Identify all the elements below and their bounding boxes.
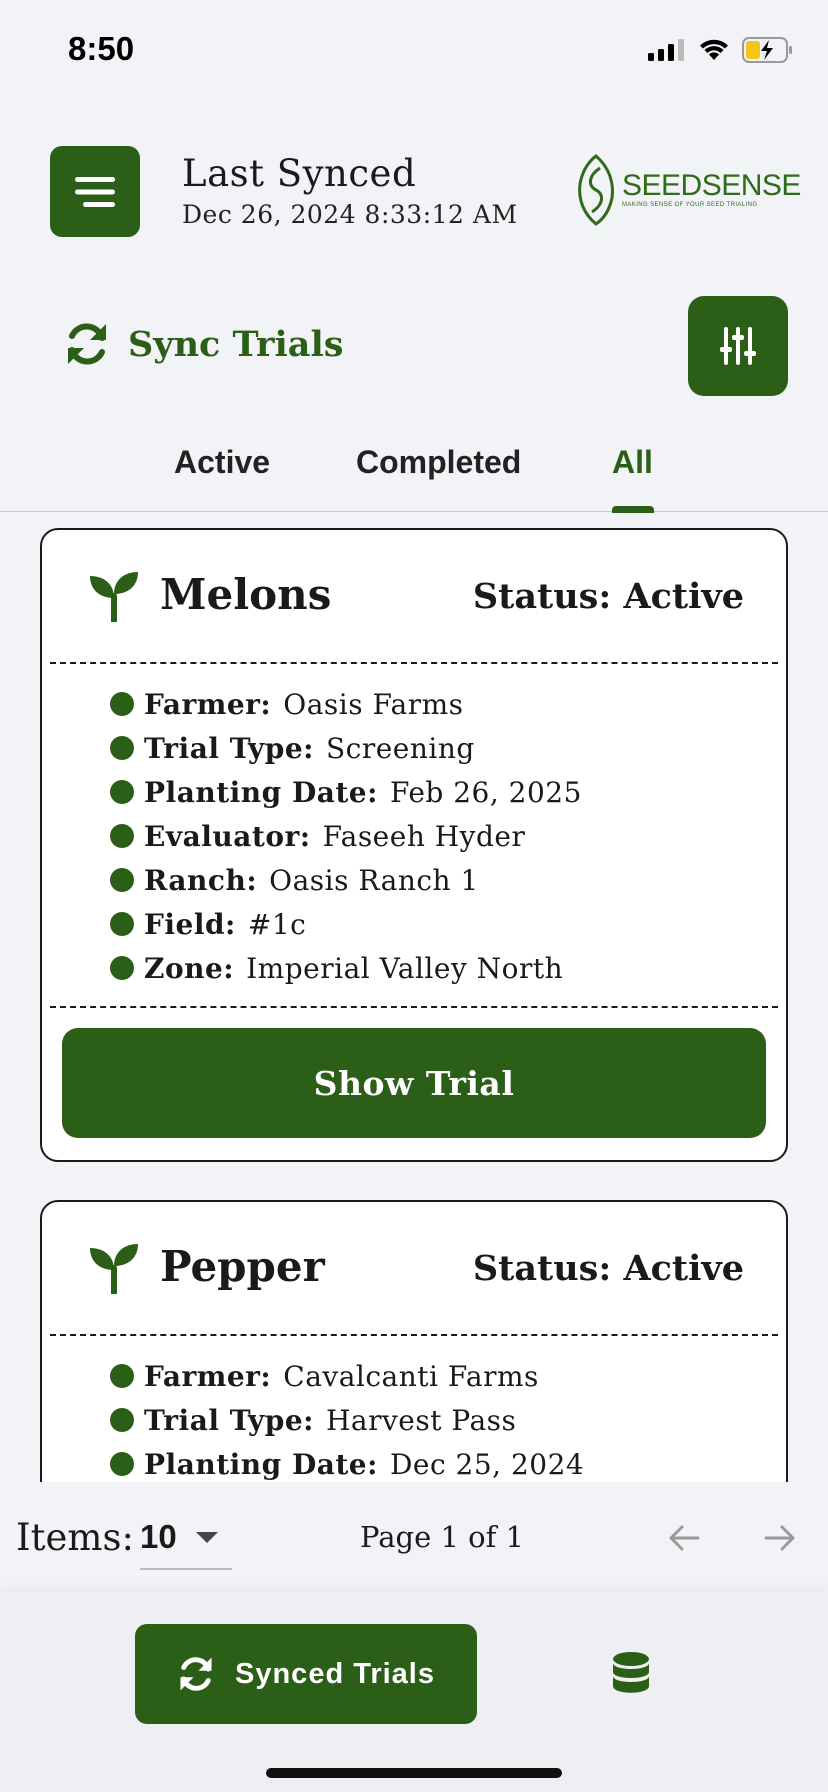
seedsense-leaf-icon bbox=[578, 154, 614, 226]
sync-icon bbox=[68, 323, 106, 365]
crop-name: Pepper bbox=[160, 1242, 325, 1291]
page-indicator: Page 1 of 1 bbox=[360, 1520, 524, 1554]
bullet-dot bbox=[110, 912, 134, 936]
tab-active[interactable]: Active bbox=[174, 444, 270, 481]
next-page-button[interactable] bbox=[760, 1518, 800, 1558]
bullet-dot bbox=[110, 868, 134, 892]
show-trial-button[interactable]: Show Trial bbox=[62, 1028, 766, 1138]
detail-planting-date: Planting Date: Feb 26, 2025 bbox=[110, 770, 778, 814]
detail-farmer: Farmer: Oasis Farms bbox=[110, 682, 778, 726]
filter-sliders-icon bbox=[720, 327, 756, 365]
synced-trials-label: Synced Trials bbox=[235, 1657, 435, 1690]
seedsense-logo: SEEDSENSE MAKING SENSE OF YOUR SEED TRIA… bbox=[576, 154, 801, 226]
bullet-dot bbox=[110, 780, 134, 804]
select-underline bbox=[140, 1568, 232, 1570]
cellular-signal-icon bbox=[648, 39, 684, 61]
detail-planting-date: Planting Date: Dec 25, 2024 bbox=[110, 1442, 778, 1482]
status-time: 8:50 bbox=[68, 30, 135, 67]
detail-trial-type: Trial Type: Harvest Pass bbox=[110, 1398, 778, 1442]
chevron-down-icon[interactable] bbox=[196, 1532, 218, 1543]
trial-details: Farmer: Oasis Farms Trial Type: Screening … bbox=[50, 664, 778, 1008]
crop-name: Melons bbox=[160, 570, 332, 619]
card-header: Pepper Status: Active bbox=[50, 1202, 778, 1336]
tab-completed[interactable]: Completed bbox=[356, 444, 521, 481]
trial-details: Farmer: Cavalcanti Farms Trial Type: Harve… bbox=[50, 1336, 778, 1482]
wifi-icon bbox=[700, 39, 728, 60]
trial-card: Melons Status: Active Farmer: Oasis Farms… bbox=[40, 528, 788, 1162]
items-per-page-select[interactable]: 10 bbox=[140, 1518, 177, 1556]
detail-zone: Zone: Imperial Valley North bbox=[110, 946, 778, 990]
bullet-dot bbox=[110, 692, 134, 716]
trial-status: Status: Active bbox=[472, 1248, 744, 1289]
sync-icon bbox=[180, 1657, 212, 1691]
bullet-dot bbox=[110, 956, 134, 980]
synced-trials-button[interactable]: Synced Trials bbox=[135, 1624, 477, 1724]
previous-page-button[interactable] bbox=[664, 1518, 704, 1558]
home-indicator bbox=[266, 1768, 562, 1778]
detail-evaluator: Evaluator: Faseeh Hyder bbox=[110, 814, 778, 858]
items-label: Items: bbox=[16, 1516, 134, 1559]
trial-tabs: Active Completed All bbox=[0, 440, 828, 513]
menu-button[interactable] bbox=[50, 146, 140, 237]
sync-trials-button[interactable]: Sync Trials bbox=[64, 322, 343, 366]
sprout-icon bbox=[90, 572, 138, 622]
menu-icon bbox=[75, 176, 115, 207]
detail-ranch: Ranch: Oasis Ranch 1 bbox=[110, 858, 778, 902]
pagination-bar: Items: 10 Page 1 of 1 bbox=[0, 1482, 828, 1592]
arrow-right-icon bbox=[764, 1525, 795, 1551]
trial-status: Status: Active bbox=[472, 576, 744, 617]
filter-button[interactable] bbox=[688, 296, 788, 396]
sync-trials-label: Sync Trials bbox=[128, 323, 344, 365]
detail-farmer: Farmer: Cavalcanti Farms bbox=[110, 1354, 778, 1398]
detail-field: Field: #1c bbox=[110, 902, 778, 946]
tab-all[interactable]: All bbox=[612, 444, 653, 481]
status-bar: 8:50 bbox=[0, 0, 828, 100]
logo-name: SEEDSENSE bbox=[622, 169, 801, 202]
status-icons bbox=[648, 36, 794, 64]
bullet-dot bbox=[110, 1452, 134, 1476]
logo-tagline: MAKING SENSE OF YOUR SEED TRIALING bbox=[622, 202, 758, 208]
database-icon[interactable] bbox=[612, 1652, 650, 1694]
sprout-icon bbox=[90, 1244, 138, 1294]
bottom-bar: Synced Trials bbox=[0, 1592, 828, 1792]
trial-list[interactable]: Melons Status: Active Farmer: Oasis Farms… bbox=[0, 512, 828, 1482]
arrow-left-icon bbox=[669, 1525, 700, 1551]
battery-charging-icon bbox=[742, 37, 792, 63]
last-synced-title: Last Synced bbox=[182, 152, 417, 195]
bullet-dot bbox=[110, 1408, 134, 1432]
bullet-dot bbox=[110, 736, 134, 760]
bullet-dot bbox=[110, 1364, 134, 1388]
trial-card: Pepper Status: Active Farmer: Cavalcanti … bbox=[40, 1200, 788, 1482]
bullet-dot bbox=[110, 824, 134, 848]
last-synced-date: Dec 26, 2024 8:33:12 AM bbox=[182, 200, 518, 229]
detail-trial-type: Trial Type: Screening bbox=[110, 726, 778, 770]
card-header: Melons Status: Active bbox=[50, 530, 778, 664]
